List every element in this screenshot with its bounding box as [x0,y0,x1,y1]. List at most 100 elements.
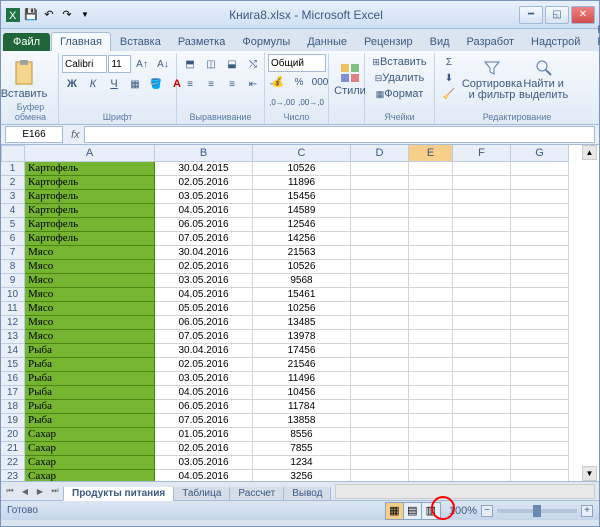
cell[interactable] [409,442,453,456]
row-header[interactable]: 17 [1,386,25,400]
cell[interactable] [351,372,409,386]
cell[interactable] [351,274,409,288]
cell[interactable] [511,260,569,274]
cell[interactable]: 30.04.2016 [155,344,253,358]
scroll-down-button[interactable]: ▼ [582,466,597,481]
cell[interactable] [453,302,511,316]
cell[interactable] [409,470,453,481]
cell[interactable] [351,316,409,330]
cell[interactable] [453,288,511,302]
increase-font-icon[interactable]: A↑ [132,54,152,74]
row-header[interactable]: 12 [1,316,25,330]
cell[interactable]: Картофель [25,218,155,232]
cell[interactable] [453,428,511,442]
cell[interactable]: 06.05.2016 [155,316,253,330]
sheet-last-button[interactable]: ⏭ [48,484,62,498]
format-cells-button[interactable]: ▦ Формат [368,86,431,102]
cell[interactable]: 03.05.2016 [155,372,253,386]
cell[interactable] [409,316,453,330]
cell[interactable] [351,302,409,316]
cell[interactable] [511,204,569,218]
cell[interactable]: Рыба [25,344,155,358]
cell[interactable] [409,456,453,470]
cell[interactable] [351,442,409,456]
italic-button[interactable]: К [83,74,103,94]
cell[interactable] [409,428,453,442]
cell[interactable]: Мясо [25,330,155,344]
cell[interactable] [453,232,511,246]
ribbon-tab-рецензир[interactable]: Рецензир [356,33,421,51]
column-header-D[interactable]: D [351,145,409,162]
cell[interactable] [409,330,453,344]
bold-button[interactable]: Ж [62,74,82,94]
cell[interactable] [453,162,511,176]
row-header[interactable]: 7 [1,246,25,260]
ribbon-tab-разметка[interactable]: Разметка [170,33,234,51]
cell[interactable] [351,400,409,414]
cell[interactable] [453,400,511,414]
cell[interactable] [511,302,569,316]
fx-icon[interactable]: fx [67,129,84,141]
sheet-tab[interactable]: Таблица [173,487,230,501]
cell[interactable]: 07.05.2016 [155,330,253,344]
cell[interactable]: 10526 [253,162,351,176]
sheet-next-button[interactable]: ▶ [33,484,47,498]
cell[interactable] [409,176,453,190]
cell[interactable]: 21563 [253,246,351,260]
cell[interactable] [511,470,569,481]
file-tab[interactable]: Файл [3,33,50,51]
autosum-icon[interactable]: Σ [438,54,460,70]
cell[interactable] [511,274,569,288]
cell[interactable]: 04.05.2016 [155,386,253,400]
cell[interactable] [351,218,409,232]
font-size-select[interactable]: 11 [108,55,131,73]
zoom-level[interactable]: 100% [449,505,477,517]
cell[interactable] [409,260,453,274]
cell[interactable] [409,400,453,414]
cell[interactable] [453,274,511,288]
cell[interactable] [511,232,569,246]
cell[interactable]: 03.05.2016 [155,456,253,470]
cell[interactable]: Мясо [25,246,155,260]
cell[interactable]: 30.04.2015 [155,162,253,176]
cell[interactable]: Сахар [25,470,155,481]
cell[interactable]: 9568 [253,274,351,288]
cell[interactable] [453,344,511,358]
cell[interactable]: 07.05.2016 [155,414,253,428]
row-header[interactable]: 2 [1,176,25,190]
scroll-up-button[interactable]: ▲ [582,145,597,160]
row-header[interactable]: 1 [1,162,25,176]
cell[interactable] [409,162,453,176]
cell[interactable] [453,316,511,330]
cell[interactable] [511,330,569,344]
cell[interactable] [453,246,511,260]
zoom-out-button[interactable]: − [481,505,493,517]
cell[interactable] [453,218,511,232]
column-header-A[interactable]: A [25,145,155,162]
comma-icon[interactable]: 000 [310,72,330,92]
cell[interactable] [453,204,511,218]
cell[interactable] [511,400,569,414]
cell[interactable]: Сахар [25,428,155,442]
insert-cells-button[interactable]: ⊞ Вставить [368,54,431,70]
sheet-first-button[interactable]: ⏮ [3,484,17,498]
cell[interactable] [453,372,511,386]
cell[interactable] [409,302,453,316]
cell[interactable]: Мясо [25,260,155,274]
cell[interactable] [351,358,409,372]
cell[interactable]: 12546 [253,218,351,232]
cell[interactable] [453,470,511,481]
zoom-in-button[interactable]: + [581,505,593,517]
cell[interactable]: 02.05.2016 [155,358,253,372]
row-header[interactable]: 9 [1,274,25,288]
column-header-C[interactable]: C [253,145,351,162]
cell[interactable] [351,190,409,204]
cell[interactable]: 15461 [253,288,351,302]
ribbon-tab-foxit pd[interactable]: Foxit PD [589,21,600,51]
sheet-prev-button[interactable]: ◀ [18,484,32,498]
cell[interactable] [351,176,409,190]
cell[interactable] [351,428,409,442]
clear-icon[interactable]: 🧹 [438,86,460,102]
align-top-icon[interactable]: ⬒ [180,54,200,74]
cell[interactable]: 11784 [253,400,351,414]
